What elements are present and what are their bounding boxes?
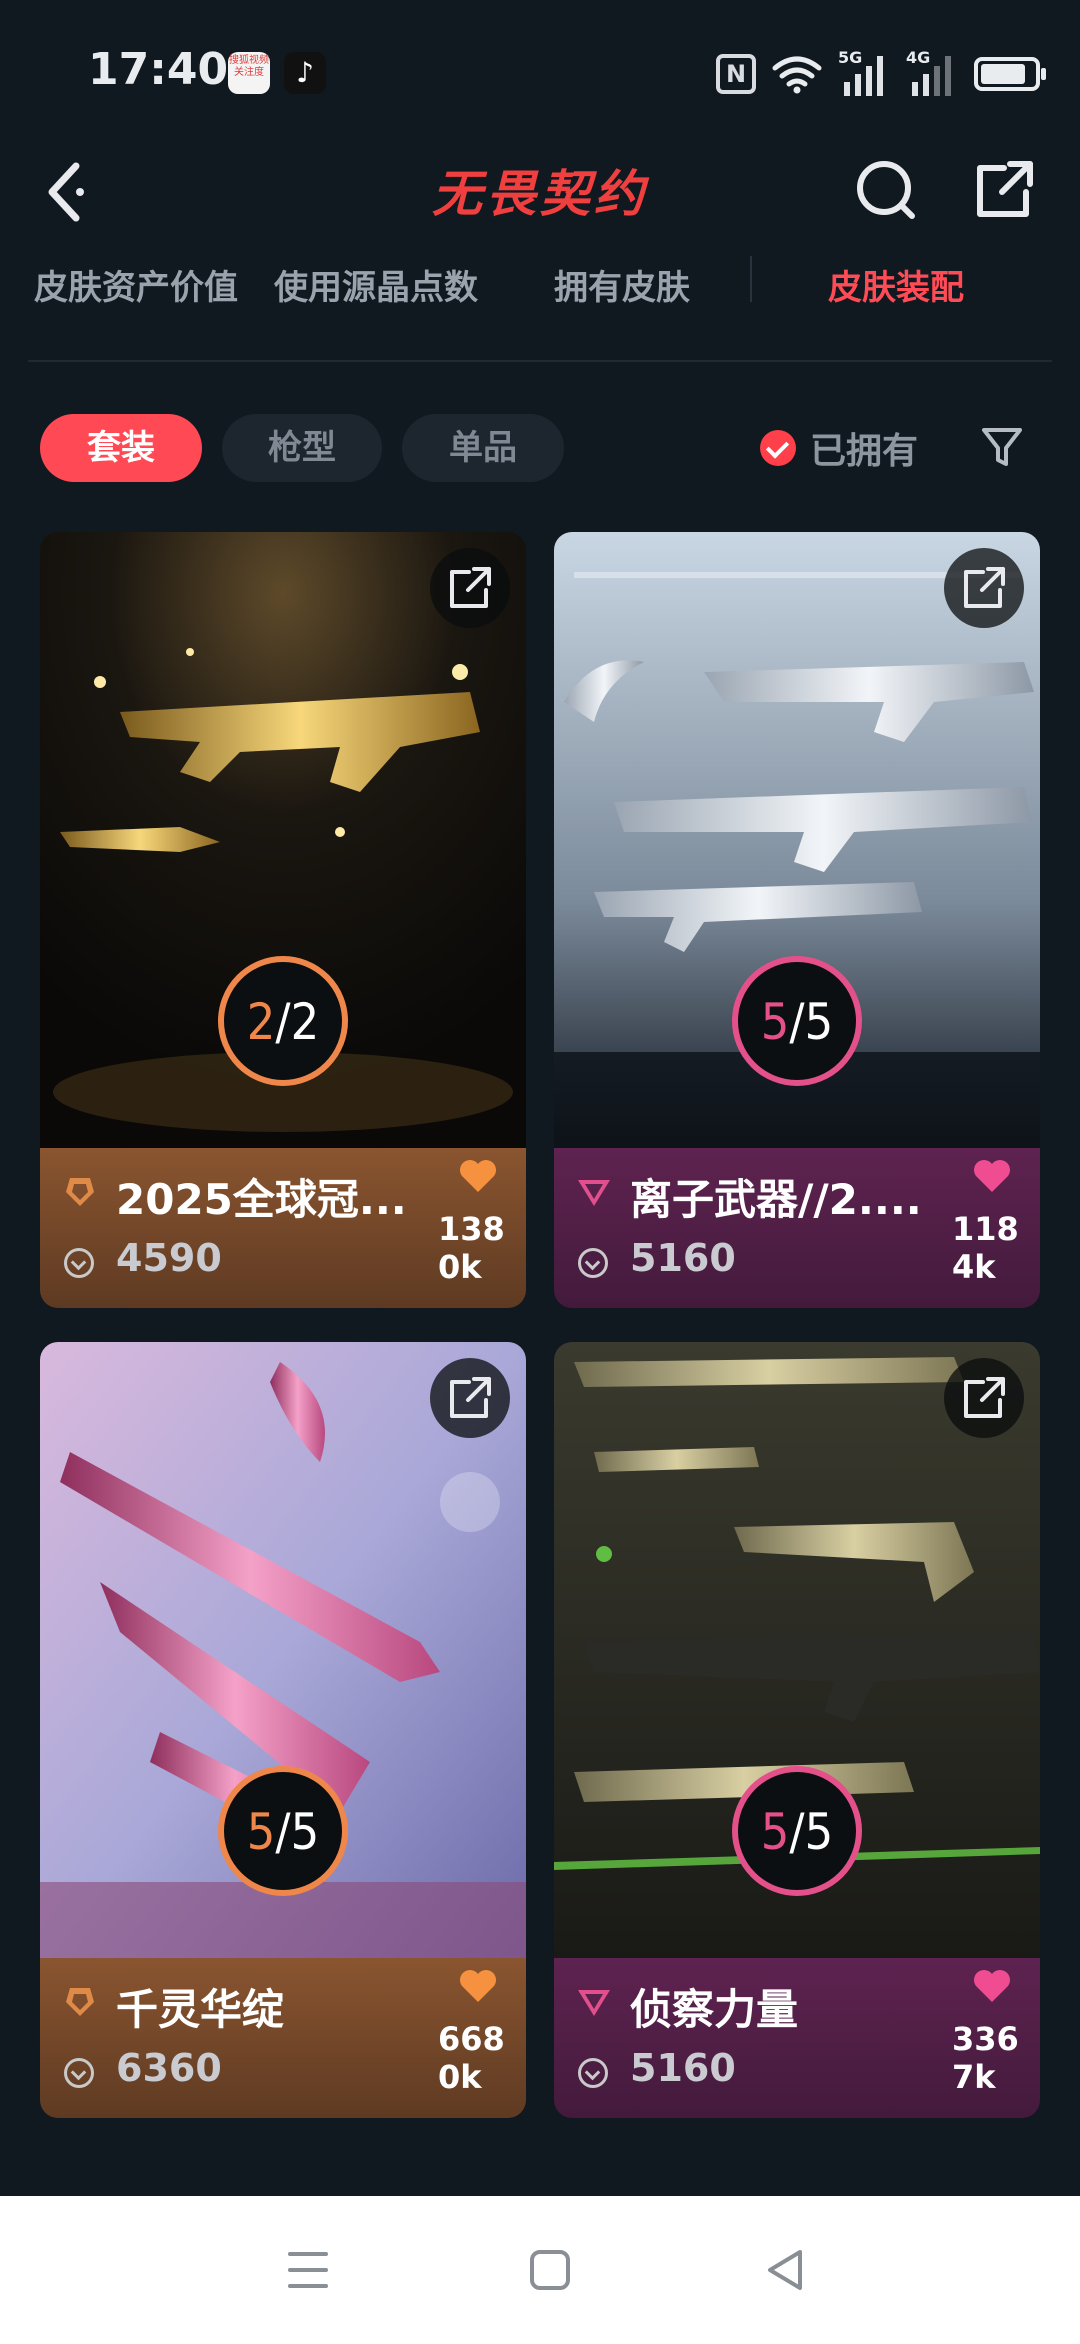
bundle-card[interactable]: 5/5 离子武器//2.... 5160 1184k: [554, 532, 1040, 1308]
tab-separator: [750, 256, 752, 302]
filter-chip-single-item[interactable]: 单品: [402, 414, 564, 482]
network-2-label: 4G: [906, 48, 931, 67]
like-count: 3367k: [952, 2020, 1019, 2096]
radianite-icon: [578, 1248, 608, 1278]
bundle-card[interactable]: 5/5 千灵华绽 6360 6680k: [40, 1342, 526, 2118]
bundle-card[interactable]: 5/5 侦察力量 5160 3367k: [554, 1342, 1040, 2118]
app-header: 无畏契约: [0, 130, 1080, 250]
total-count: 5: [804, 993, 834, 1051]
ownership-progress: 5/5: [732, 1766, 862, 1896]
bundle-price: 4590: [116, 1236, 222, 1280]
card-info: 千灵华绽 6360 6680k: [40, 1958, 526, 2118]
bundle-price: 5160: [630, 1236, 736, 1280]
total-count: 2: [290, 993, 320, 1051]
card-share-button[interactable]: [944, 1358, 1024, 1438]
tiktok-icon: ♪: [284, 52, 326, 94]
share-icon: [964, 1377, 1005, 1418]
like-button[interactable]: [972, 1158, 1012, 1194]
owned-count: 5: [246, 1803, 276, 1861]
search-icon: [857, 161, 915, 219]
heart-icon: [460, 1160, 496, 1192]
radianite-icon: [64, 2058, 94, 2088]
share-icon: [964, 567, 1005, 608]
system-nav-bar: [0, 2196, 1080, 2344]
card-info: 离子武器//2.... 5160 1184k: [554, 1148, 1040, 1308]
tier-badge-icon: [578, 1990, 610, 2016]
like-button[interactable]: [458, 1968, 498, 2004]
tier-badge-icon: [578, 1180, 610, 1206]
tier-badge-icon: [66, 1178, 94, 1206]
network-1-label: 5G: [838, 48, 863, 67]
bundle-name: 离子武器//2....: [630, 1175, 922, 1224]
filter-chip-weapon-type[interactable]: 枪型: [222, 414, 382, 482]
top-tabs: 皮肤资产价值 使用源晶点数 拥有皮肤 皮肤装配: [0, 250, 1080, 360]
card-info: 侦察力量 5160 3367k: [554, 1958, 1040, 2118]
filter-icon: [982, 428, 1022, 466]
owned-label: 已拥有: [810, 431, 919, 472]
share-icon: [450, 567, 491, 608]
tab-radianite-points[interactable]: 使用源晶点数: [274, 260, 478, 309]
share-icon: [450, 1377, 491, 1418]
tier-badge-icon: [66, 1988, 94, 2016]
owned-count: 5: [760, 1803, 790, 1861]
filter-button[interactable]: [980, 424, 1024, 472]
home-button[interactable]: [520, 2240, 580, 2300]
status-time: 17:40: [88, 44, 229, 95]
bundle-price: 6360: [116, 2046, 222, 2090]
like-button[interactable]: [458, 1158, 498, 1194]
checkbox-checked-icon: [760, 430, 796, 466]
status-bar: 17:40 搜狐视频 关注度 ♪ N 5G 4G: [0, 0, 1080, 130]
search-button[interactable]: [846, 150, 926, 230]
recent-apps-button[interactable]: [278, 2240, 338, 2300]
bundle-name: 侦察力量: [630, 1985, 799, 2034]
card-share-button[interactable]: [430, 1358, 510, 1438]
owned-count: 5: [760, 993, 790, 1051]
card-share-button[interactable]: [430, 548, 510, 628]
total-count: 5: [804, 1803, 834, 1861]
system-back-button[interactable]: [756, 2240, 816, 2300]
square-icon: [530, 2250, 570, 2290]
heart-icon: [460, 1970, 496, 2002]
bundle-name: 千灵华绽: [116, 1985, 285, 2034]
bundle-name: 2025全球冠...: [116, 1175, 407, 1224]
owned-count: 2: [246, 993, 276, 1051]
card-info: 2025全球冠... 4590 1380k: [40, 1148, 526, 1308]
radianite-icon: [578, 2058, 608, 2088]
like-button[interactable]: [972, 1968, 1012, 2004]
news-app-icon: 搜狐视频 关注度: [228, 52, 270, 94]
filter-chip-bundle[interactable]: 套装: [40, 414, 202, 482]
share-button[interactable]: [964, 150, 1044, 230]
signal-4g-icon: 4G: [906, 48, 958, 96]
like-count: 1380k: [438, 1210, 505, 1286]
ownership-progress: 2/2: [218, 956, 348, 1086]
bundle-price: 5160: [630, 2046, 736, 2090]
status-icons: N 5G 4G: [716, 46, 1046, 102]
nfc-icon: N: [716, 54, 756, 94]
menu-icon: [288, 2252, 328, 2288]
tab-skin-asset-value[interactable]: 皮肤资产价值: [34, 260, 238, 309]
ownership-progress: 5/5: [218, 1766, 348, 1896]
ownership-progress: 5/5: [732, 956, 862, 1086]
tab-skin-loadout[interactable]: 皮肤装配: [828, 260, 964, 309]
tab-owned-skins[interactable]: 拥有皮肤: [554, 260, 690, 309]
triangle-back-icon: [768, 2250, 802, 2290]
signal-5g-icon: 5G: [838, 48, 890, 96]
radianite-icon: [64, 1248, 94, 1278]
wifi-icon: [772, 56, 822, 94]
tabs-divider: [28, 360, 1052, 362]
like-count: 6680k: [438, 2020, 505, 2096]
bundle-card[interactable]: 2/2 2025全球冠... 4590 1380k: [40, 532, 526, 1308]
heart-icon: [974, 1970, 1010, 2002]
battery-icon: [974, 57, 1046, 91]
share-icon: [977, 161, 1033, 217]
like-count: 1184k: [952, 1210, 1019, 1286]
card-share-button[interactable]: [944, 548, 1024, 628]
heart-icon: [974, 1160, 1010, 1192]
owned-toggle[interactable]: 已拥有: [760, 418, 918, 478]
total-count: 5: [290, 1803, 320, 1861]
